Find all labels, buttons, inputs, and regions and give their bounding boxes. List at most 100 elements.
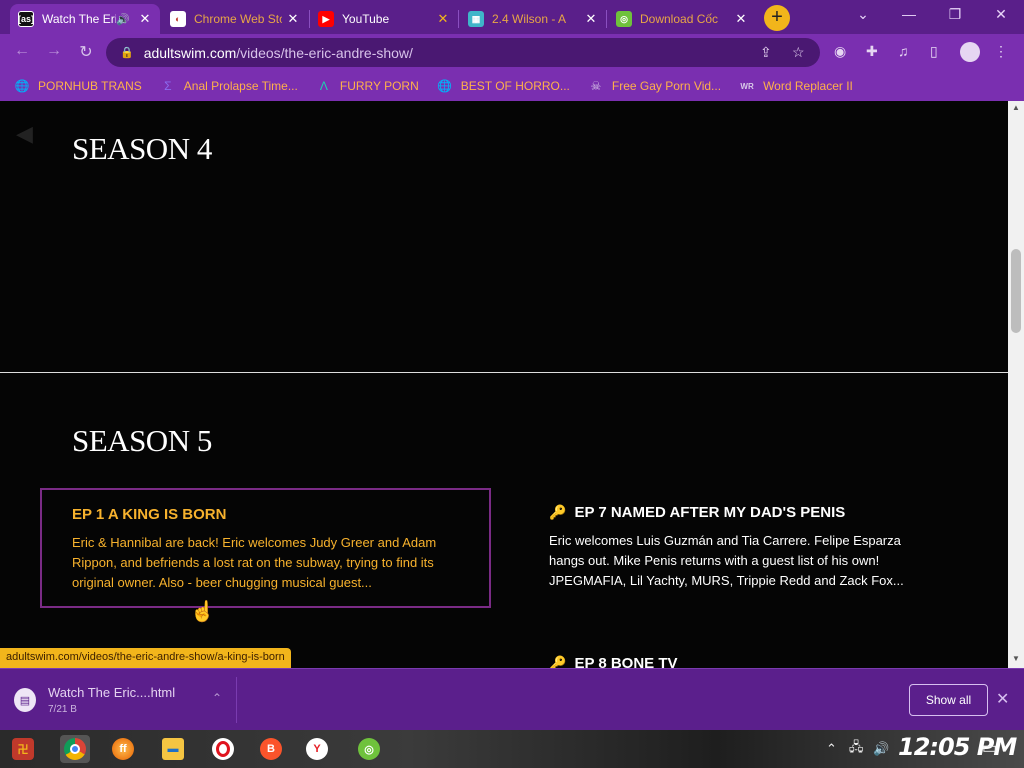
bookmark-label: PORNHUB TRANS <box>38 79 142 93</box>
bookmark-item[interactable]: WR Word Replacer II <box>739 78 853 94</box>
close-tab-icon[interactable]: ✕ <box>584 11 598 27</box>
media-control-icon[interactable]: ♫ <box>898 43 909 59</box>
bookmark-label: BEST OF HORRO... <box>460 79 570 93</box>
download-separator <box>236 677 237 723</box>
minimize-icon[interactable]: — <box>894 6 924 22</box>
youtube-icon: ▶ <box>318 11 334 27</box>
bookmark-label: Word Replacer II <box>763 79 853 93</box>
system-tray[interactable]: ⌃ 🖧 🔊 <box>826 735 890 763</box>
side-panel-icon[interactable]: ▯ <box>930 43 938 60</box>
lock-icon[interactable]: 🔒 <box>120 46 134 59</box>
chevron-up-icon[interactable]: ⌃ <box>212 691 222 705</box>
bookmark-star-icon[interactable]: ☆ <box>792 44 805 61</box>
scroll-down-icon[interactable]: ▼ <box>1008 654 1024 663</box>
firefox-taskbar-icon[interactable]: ff <box>108 735 138 763</box>
chrome-taskbar-icon[interactable] <box>60 735 90 763</box>
html-file-icon: ▤ <box>14 688 36 712</box>
tab-search-icon[interactable]: ⌄ <box>848 6 878 23</box>
wilson-favicon-icon: ▦ <box>468 11 484 27</box>
adultswim-favicon-icon: [as] <box>18 11 34 27</box>
windows-taskbar: 卍 ff ▬ B Y ◎ ⌃ 🖧 🔊 12:05 PM ▭ <box>0 730 1024 768</box>
tab-strip: [as] Watch The Eric Andre Show 🔊 ✕ ◐ Chr… <box>0 0 1024 34</box>
close-download-bar-icon[interactable]: ✕ <box>996 689 1009 709</box>
tab-chrome-web-store[interactable]: ◐ Chrome Web Store ✕ <box>162 4 308 34</box>
download-item[interactable]: ▤ Watch The Eric....html 7/21 B ⌃ <box>14 679 234 721</box>
reload-icon[interactable]: ↻ <box>76 42 96 62</box>
share-icon[interactable]: ⇪ <box>760 44 772 61</box>
close-window-icon[interactable]: ✕ <box>986 6 1016 23</box>
page-scrollbar[interactable]: ▲ ▼ <box>1008 101 1024 668</box>
maximize-icon[interactable]: ❐ <box>940 6 970 23</box>
extensions-puzzle-icon[interactable]: ✚ <box>866 43 878 60</box>
brave-taskbar-icon[interactable]: B <box>256 735 286 763</box>
link-status-bubble: adultswim.com/videos/the-eric-andre-show… <box>0 648 291 668</box>
bookmark-item[interactable]: Σ Anal Prolapse Time... <box>160 78 298 94</box>
tab-separator <box>606 10 607 28</box>
profile-extension-icon[interactable]: ◉ <box>834 43 846 60</box>
close-tab-icon[interactable]: ✕ <box>138 11 152 27</box>
new-tab-button[interactable]: + <box>764 5 790 31</box>
episode-card[interactable]: 🔑 EP 7 NAMED AFTER MY DAD'S PENIS Eric we… <box>519 488 949 608</box>
tab-title: 2.4 Wilson - A <box>492 12 567 26</box>
bookmarks-bar: 🌐 PORNHUB TRANS Σ Anal Prolapse Time... ΛF… <box>0 71 1024 101</box>
download-filename: Watch The Eric....html <box>48 685 176 700</box>
tab-title: Watch The Eric Andre Show <box>42 12 116 26</box>
bookmark-item[interactable]: ☠ Free Gay Porn Vid... <box>588 78 722 94</box>
menu-kebab-icon[interactable]: ⋮ <box>994 43 1008 60</box>
profile-avatar-icon[interactable] <box>960 42 980 62</box>
tab-eric-andre[interactable]: [as] Watch The Eric Andre Show 🔊 ✕ <box>10 4 160 34</box>
taskbar-clock[interactable]: 12:05 PM <box>898 733 1017 761</box>
coc-coc-taskbar-icon[interactable]: ◎ <box>354 735 384 763</box>
network-icon[interactable]: 🖧 <box>849 738 864 760</box>
address-bar[interactable]: 🔒 adultswim.com /videos/the-eric-andre-s… <box>106 38 820 67</box>
tab-separator <box>458 10 459 28</box>
tab-title: Download Cốc <box>640 12 719 26</box>
episode-card[interactable]: 🔑 EP 8 BONE TV <box>519 639 949 668</box>
tab-wilson[interactable]: ▦ 2.4 Wilson - A ✕ <box>460 4 606 34</box>
bookmark-label: Anal Prolapse Time... <box>183 79 298 93</box>
tab-youtube[interactable]: ▶ YouTube ✕ <box>310 4 458 34</box>
url-path: /videos/the-eric-andre-show/ <box>236 44 413 61</box>
episode-title-row: 🔑 EP 7 NAMED AFTER MY DAD'S PENIS <box>549 504 919 521</box>
bookmark-item[interactable]: 🌐 PORNHUB TRANS <box>14 78 142 94</box>
mute-speaker-icon[interactable]: ◀ <box>16 121 33 147</box>
episode-title: EP 1 A KING IS BORN <box>72 506 227 523</box>
close-tab-icon[interactable]: ✕ <box>734 11 748 27</box>
episode-title: EP 7 NAMED AFTER MY DAD'S PENIS <box>574 504 846 521</box>
hand-cursor-icon: ☝ <box>190 601 215 623</box>
download-bar: ▤ Watch The Eric....html 7/21 B ⌃ Show a… <box>0 668 1024 730</box>
volume-icon[interactable]: 🔊 <box>873 741 889 757</box>
scrollbar-thumb[interactable] <box>1011 249 1021 333</box>
tab-coc-coc[interactable]: ◎ Download Cốc ✕ <box>608 4 756 34</box>
bookmark-label: Free Gay Porn Vid... <box>611 79 722 93</box>
file-explorer-taskbar-icon[interactable]: ▬ <box>158 735 188 763</box>
forward-icon[interactable]: → <box>44 42 64 60</box>
page-content: ◀ SEASON 4 SEASON 5 EP 1 A KING IS BORN … <box>0 101 1008 668</box>
bookmark-item[interactable]: 🌐 BEST OF HORRO... <box>437 78 570 94</box>
bookmark-label: FURRY PORN <box>339 79 419 93</box>
bracket-icon: Σ <box>164 79 172 93</box>
notification-icon[interactable]: ▭ <box>982 738 997 758</box>
episode-title: EP 8 BONE TV <box>574 655 678 668</box>
tab-title: Chrome Web Store <box>194 12 282 26</box>
globe-icon: 🌐 <box>14 79 30 93</box>
season-5-title: SEASON 5 <box>72 423 212 458</box>
episode-description: Eric welcomes Luis Guzmán and Tia Carrer… <box>549 533 904 588</box>
close-tab-icon[interactable]: ✕ <box>286 11 300 27</box>
audio-playing-icon[interactable]: 🔊 <box>116 13 130 26</box>
chevron-up-icon[interactable]: ⌃ <box>826 741 837 757</box>
download-subtext: 7/21 B <box>48 704 77 715</box>
bookmark-item[interactable]: Λ FURRY PORN <box>316 78 419 94</box>
close-tab-icon[interactable]: ✕ <box>436 11 450 27</box>
show-all-button[interactable]: Show all <box>909 684 988 716</box>
back-icon[interactable]: ← <box>12 42 32 60</box>
tab-title: YouTube <box>342 12 390 26</box>
yandex-taskbar-icon[interactable]: Y <box>302 735 332 763</box>
chrome-web-store-icon: ◐ <box>170 11 186 27</box>
season-divider <box>0 372 1008 373</box>
opera-taskbar-icon[interactable] <box>208 735 238 763</box>
scroll-up-icon[interactable]: ▲ <box>1008 103 1024 112</box>
episode-card[interactable]: EP 1 A KING IS BORN Eric & Hannibal are … <box>40 488 491 608</box>
start-menu-icon[interactable]: 卍 <box>8 735 38 763</box>
wr-icon: WR <box>740 81 754 91</box>
